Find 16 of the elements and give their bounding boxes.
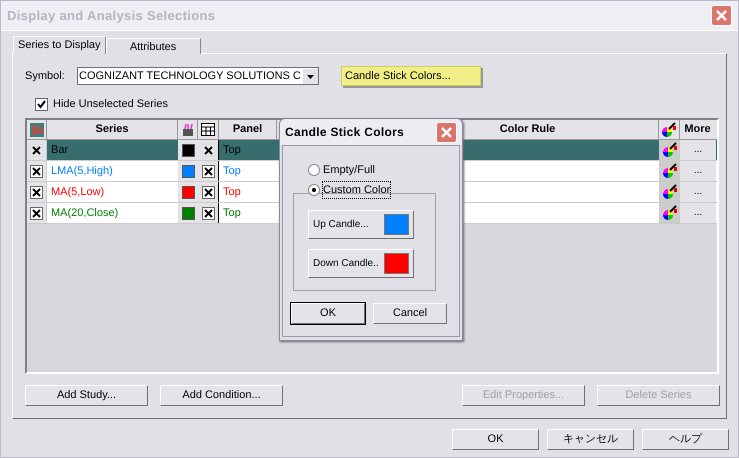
column-header: More (683, 122, 712, 138)
table-cell-text: Top (222, 184, 242, 200)
table-cell-text: LMA(5,High) (50, 164, 114, 179)
table-cell-text: MA(20,Close) (50, 206, 120, 221)
table-cell-text: Top (222, 206, 242, 221)
checkbox-label: Hide Unselected Series (53, 96, 168, 112)
table-cell-text: Bar (50, 142, 70, 158)
table-cell-text: Top (222, 164, 242, 179)
window-title: Display and Analysis Selections (7, 6, 216, 25)
column-header: Series (47, 120, 178, 139)
radio-label: Custom Color (323, 182, 390, 198)
column-header: Panel (219, 120, 277, 139)
radio-label: Empty/Full (323, 162, 375, 178)
symbol-label: Symbol: (25, 68, 66, 84)
table-cell-text: MA(5,Low) (50, 184, 106, 200)
table-cell-text: Top (222, 142, 242, 158)
